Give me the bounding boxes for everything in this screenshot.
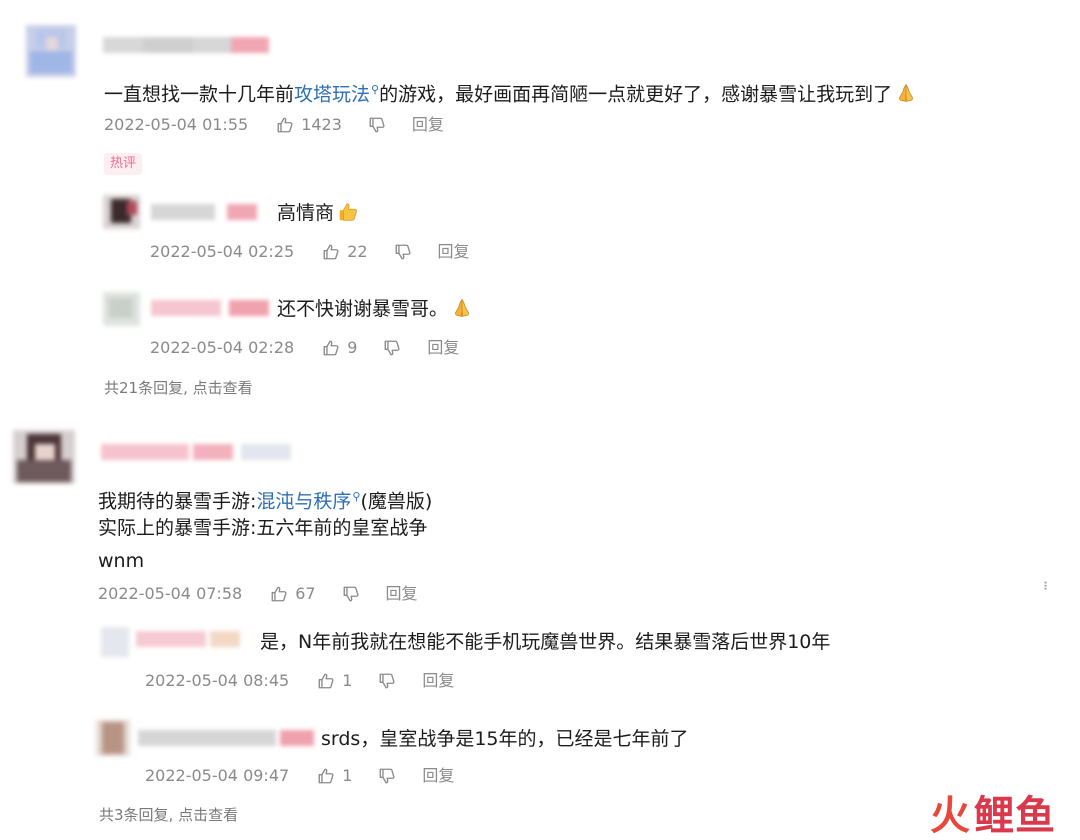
dislike-button[interactable] <box>342 585 360 603</box>
avatar[interactable] <box>26 25 76 77</box>
thumbs-up-emoji-icon <box>337 201 359 223</box>
dislike-button[interactable] <box>394 243 412 261</box>
timestamp: 2022-05-04 02:25 <box>150 242 295 261</box>
thumbs-down-icon <box>383 339 401 357</box>
avatar[interactable] <box>101 627 129 657</box>
reply-button[interactable]: 回复 <box>422 671 454 691</box>
dislike-button[interactable] <box>378 672 396 690</box>
timestamp: 2022-05-04 08:45 <box>145 671 290 690</box>
pray-emoji-icon <box>451 297 473 319</box>
thumbs-down-icon <box>378 672 396 690</box>
reply-button[interactable]: 回复 <box>412 115 444 135</box>
comment-meta: 2022-05-04 01:55 1423 回复 <box>104 115 444 135</box>
timestamp: 2022-05-04 02:28 <box>150 338 295 357</box>
timestamp: 2022-05-04 07:58 <box>98 584 243 603</box>
reply-text: 是，N年前我就在想能不能手机玩魔兽世界。结果暴雪落后世界10年 <box>260 631 831 653</box>
reply-meta: 2022-05-04 02:25 22 回复 <box>150 242 470 262</box>
like-count: 67 <box>295 584 316 603</box>
comment-text-line-2: 实际上的暴雪手游:五六年前的皇室战争 <box>98 517 428 539</box>
thumbs-up-icon <box>322 243 340 261</box>
thumbs-up-icon <box>322 339 340 357</box>
comment-text-line-3: wnm <box>98 550 145 572</box>
dislike-button[interactable] <box>383 339 401 357</box>
timestamp: 2022-05-04 01:55 <box>104 115 249 134</box>
thumbs-down-icon <box>378 767 396 785</box>
like-button[interactable]: 67 <box>270 584 316 604</box>
username[interactable] <box>138 730 314 746</box>
pray-emoji-icon <box>895 82 917 104</box>
dislike-button[interactable] <box>378 767 396 785</box>
thumbs-up-icon <box>270 585 288 603</box>
like-count: 9 <box>347 338 358 357</box>
like-count: 1 <box>342 766 353 785</box>
timestamp: 2022-05-04 09:47 <box>145 766 290 785</box>
username[interactable] <box>151 204 257 220</box>
username[interactable] <box>151 300 269 316</box>
hot-comment-badge: 热评 <box>104 153 143 175</box>
reply-button[interactable]: 回复 <box>427 338 459 358</box>
reply-button[interactable]: 回复 <box>386 584 418 604</box>
avatar[interactable] <box>13 430 75 484</box>
like-button[interactable]: 1423 <box>276 115 342 135</box>
thumbs-down-icon <box>368 116 386 134</box>
avatar[interactable] <box>103 195 140 229</box>
like-button[interactable]: 1 <box>317 766 352 786</box>
topic-link[interactable]: 攻塔玩法 <box>294 83 370 105</box>
watermark-text: 鲤鱼 <box>974 793 1056 839</box>
reply-button[interactable]: 回复 <box>438 242 470 262</box>
avatar[interactable] <box>96 720 130 756</box>
watermark-logo: 火 鲤鱼 <box>930 796 1056 836</box>
reply-text: 高情商 <box>277 201 359 225</box>
thumbs-up-icon <box>317 672 335 690</box>
search-icon: ⚲ <box>371 83 380 96</box>
comment-meta: 2022-05-04 07:58 67 回复 <box>98 584 418 604</box>
comment-text-line-1: 我期待的暴雪手游:混沌与秩序⚲(魔兽版) <box>98 490 433 513</box>
like-button[interactable]: 1 <box>317 671 352 691</box>
reply-button[interactable]: 回复 <box>422 766 454 786</box>
more-options-icon[interactable]: ··· <box>1036 580 1055 589</box>
thumbs-up-icon <box>276 116 294 134</box>
reply-text: srds，皇室战争是15年的，已经是七年前了 <box>321 728 689 750</box>
like-button[interactable]: 22 <box>322 242 368 262</box>
like-button[interactable]: 9 <box>322 338 357 358</box>
dislike-button[interactable] <box>368 116 386 134</box>
avatar[interactable] <box>103 292 140 326</box>
like-count: 1423 <box>301 115 342 134</box>
reply-text: 还不快谢谢暴雪哥。 <box>277 297 473 321</box>
thumbs-down-icon <box>394 243 412 261</box>
thumbs-down-icon <box>342 585 360 603</box>
like-count: 22 <box>347 242 368 261</box>
thumbs-up-icon <box>317 767 335 785</box>
topic-link[interactable]: 混沌与秩序 <box>256 490 351 512</box>
username[interactable] <box>101 444 291 460</box>
reply-meta: 2022-05-04 09:47 1 回复 <box>145 766 454 786</box>
like-count: 1 <box>342 671 353 690</box>
reply-meta: 2022-05-04 08:45 1 回复 <box>145 671 454 691</box>
reply-meta: 2022-05-04 02:28 9 回复 <box>150 338 459 358</box>
watermark-fire: 火 <box>930 793 970 839</box>
username[interactable] <box>103 37 269 53</box>
username[interactable] <box>136 631 240 647</box>
comment-text: 一直想找一款十几年前攻塔玩法⚲的游戏，最好画面再简陋一点就更好了，感谢暴雪让我玩… <box>104 78 917 106</box>
view-all-replies-link[interactable]: 共21条回复, 点击查看 <box>104 377 253 398</box>
view-all-replies-link[interactable]: 共3条回复, 点击查看 <box>99 804 238 825</box>
